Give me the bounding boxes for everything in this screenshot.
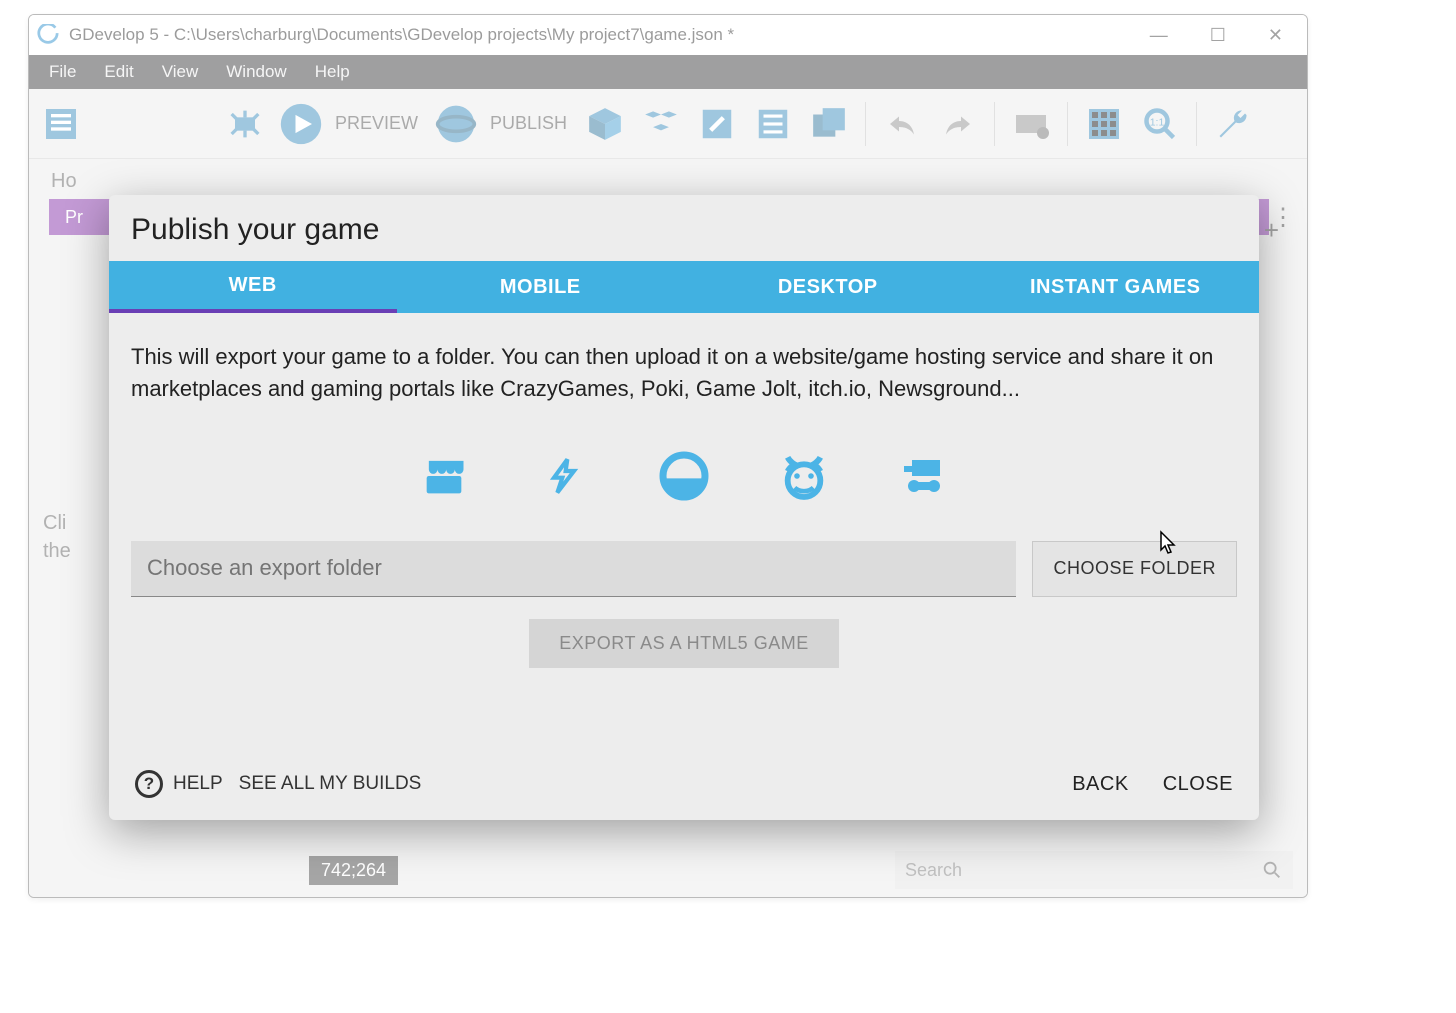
itch-icon <box>413 447 475 505</box>
help-link[interactable]: ? HELP <box>135 770 223 798</box>
back-button[interactable]: BACK <box>1072 773 1128 796</box>
menu-file[interactable]: File <box>35 58 90 86</box>
titlebar: GDevelop 5 - C:\Users\charburg\Documents… <box>29 15 1307 55</box>
preview-play-icon[interactable] <box>277 100 325 148</box>
wrench-icon[interactable] <box>1209 100 1257 148</box>
publish-globe-icon[interactable] <box>432 100 480 148</box>
window-title: GDevelop 5 - C:\Users\charburg\Documents… <box>69 25 734 45</box>
maximize-button[interactable]: ☐ <box>1210 25 1226 46</box>
edit-icon[interactable] <box>693 100 741 148</box>
window-controls: — ☐ ✕ <box>1150 25 1301 46</box>
tab-desktop[interactable]: DESKTOP <box>684 261 972 313</box>
tab-mobile[interactable]: MOBILE <box>397 261 685 313</box>
hint-text: Cli the <box>43 509 107 565</box>
grid-icon[interactable] <box>1080 100 1128 148</box>
modal-body: This will export your game to a folder. … <box>109 313 1259 756</box>
search-input[interactable] <box>905 860 1261 881</box>
list-icon[interactable] <box>749 100 797 148</box>
export-folder-input[interactable] <box>131 541 1016 597</box>
application-window: GDevelop 5 - C:\Users\charburg\Documents… <box>28 14 1308 898</box>
menu-window[interactable]: Window <box>212 58 300 86</box>
modal-title: Publish your game <box>109 195 1259 261</box>
newgrounds-icon <box>893 447 955 505</box>
search-icon[interactable] <box>1261 859 1283 881</box>
debug-icon[interactable] <box>221 100 269 148</box>
tab-project[interactable]: Pr <box>49 199 99 235</box>
film-icon[interactable] <box>1007 100 1055 148</box>
svg-text:1:1: 1:1 <box>1150 116 1165 128</box>
toolbar: PREVIEW PUBLISH 1:1 <box>29 89 1307 159</box>
export-button[interactable]: EXPORT AS A HTML5 GAME <box>529 619 838 668</box>
close-window-button[interactable]: ✕ <box>1268 25 1283 46</box>
menu-help[interactable]: Help <box>301 58 364 86</box>
poki-icon <box>653 447 715 505</box>
preview-label: PREVIEW <box>335 113 418 134</box>
publish-label: PUBLISH <box>490 113 567 134</box>
tab-instant-games[interactable]: INSTANT GAMES <box>972 261 1260 313</box>
add-tab-icon[interactable]: + <box>1264 215 1279 246</box>
redo-icon[interactable] <box>934 100 982 148</box>
gamejolt-icon <box>533 447 595 505</box>
crazygames-icon <box>773 447 835 505</box>
folder-row: CHOOSE FOLDER <box>131 541 1237 597</box>
publish-modal: Publish your game WEB MOBILE DESKTOP INS… <box>109 195 1259 820</box>
choose-folder-button[interactable]: CHOOSE FOLDER <box>1032 541 1237 597</box>
help-label: HELP <box>173 773 223 795</box>
tab-project-label: Pr <box>65 207 83 228</box>
project-icon[interactable] <box>37 100 85 148</box>
tab-home[interactable]: Ho <box>39 164 89 199</box>
modal-tabs: WEB MOBILE DESKTOP INSTANT GAMES <box>109 261 1259 313</box>
tab-web[interactable]: WEB <box>109 261 397 313</box>
platform-icons <box>131 447 1237 505</box>
coordinates-badge: 742;264 <box>309 856 398 885</box>
see-builds-link[interactable]: SEE ALL MY BUILDS <box>239 773 422 795</box>
app-icon <box>35 22 61 48</box>
help-icon: ? <box>135 770 163 798</box>
undo-icon[interactable] <box>878 100 926 148</box>
menu-edit[interactable]: Edit <box>90 58 147 86</box>
layers-icon[interactable] <box>805 100 853 148</box>
tab-bar: Ho <box>29 159 1307 199</box>
cube-icon[interactable] <box>581 100 629 148</box>
close-button[interactable]: CLOSE <box>1163 773 1233 796</box>
cubes-icon[interactable] <box>637 100 685 148</box>
minimize-button[interactable]: — <box>1150 25 1168 46</box>
zoom-reset-icon[interactable]: 1:1 <box>1136 100 1184 148</box>
export-description: This will export your game to a folder. … <box>131 341 1237 405</box>
menubar: File Edit View Window Help <box>29 55 1307 89</box>
menu-view[interactable]: View <box>148 58 213 86</box>
modal-footer: ? HELP SEE ALL MY BUILDS BACK CLOSE <box>109 756 1259 820</box>
search-wrap <box>895 851 1293 889</box>
